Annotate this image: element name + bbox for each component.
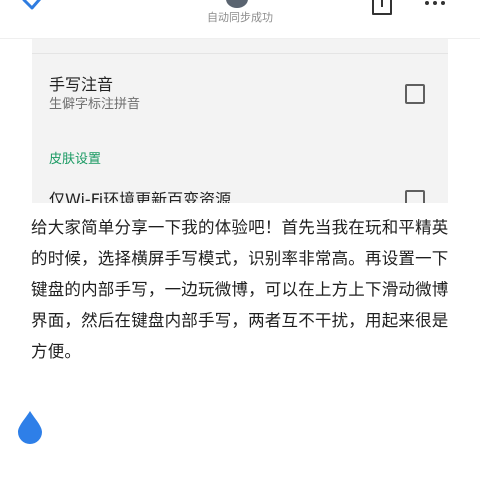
- settings-card: 手写注音 生僻字标注拼音 皮肤设置 仅Wi-Fi环境更新百变资源: [32, 39, 448, 203]
- sync-status-text: 自动同步成功: [207, 11, 273, 24]
- setting-subtitle-handwriting-pinyin: 生僻字标注拼音: [49, 97, 141, 112]
- setting-title-wifi-update: 仅Wi-Fi环境更新百变资源: [49, 190, 232, 203]
- top-toolbar: 自动同步成功: [0, 0, 480, 39]
- share-icon[interactable]: [370, 0, 394, 16]
- handwriting-pinyin-checkbox[interactable]: [405, 84, 425, 104]
- more-icon[interactable]: [424, 0, 446, 8]
- avatar[interactable]: [226, 0, 248, 8]
- divider: [32, 53, 448, 54]
- settings-panel: 手写注音 生僻字标注拼音 皮肤设置 仅Wi-Fi环境更新百变资源: [0, 39, 480, 203]
- setting-title-handwriting-pinyin: 手写注音: [49, 75, 114, 94]
- wifi-update-checkbox[interactable]: [405, 190, 425, 203]
- water-drop-icon[interactable]: [16, 410, 44, 444]
- section-header-skin: 皮肤设置: [49, 152, 102, 167]
- article-text: 给大家简单分享一下我的体验吧！首先当我在玩和平精英的时候，选择横屏手写模式，识别…: [31, 218, 449, 361]
- check-icon[interactable]: [22, 0, 48, 14]
